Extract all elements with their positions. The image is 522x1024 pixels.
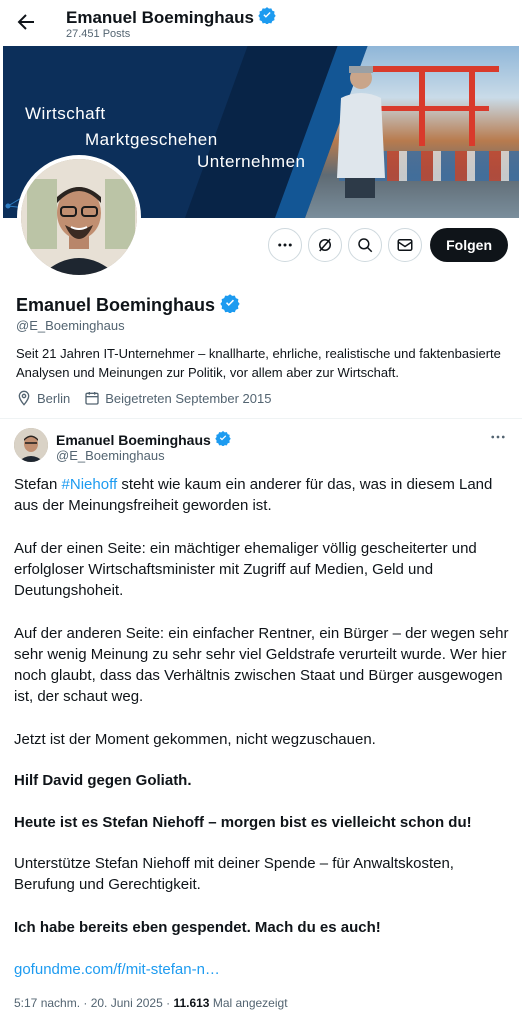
verified-badge-icon[interactable] — [220, 293, 240, 318]
more-options-button[interactable] — [268, 228, 303, 262]
banner-person-figure — [337, 66, 385, 198]
banner-line-2: Marktgeschehen — [85, 130, 218, 149]
tweet-link[interactable]: gofundme.com/f/mit-stefan-n… — [14, 959, 510, 980]
tweet-paragraph-7: Unterstütze Stefan Niehoff mit deiner Sp… — [14, 855, 454, 893]
back-arrow-icon[interactable] — [14, 10, 38, 34]
message-icon — [397, 239, 413, 251]
profile-actions: Folgen — [268, 228, 508, 262]
tweet-author-name[interactable]: Emanuel Boeminghaus — [56, 432, 211, 448]
p1-pre: Stefan — [14, 476, 62, 493]
header-title-row: Emanuel Boeminghaus — [66, 6, 276, 29]
grok-icon — [319, 238, 332, 252]
tweet-more-button[interactable] — [488, 428, 508, 446]
search-posts-button[interactable] — [348, 228, 383, 262]
follow-button[interactable]: Folgen — [430, 228, 508, 262]
tweet-views-label: Mal angezeigt — [209, 996, 288, 1010]
tweet-paragraph-5: Hilf David gegen Goliath. — [14, 772, 192, 789]
tweet-author-avatar[interactable] — [14, 428, 48, 462]
avatar-photo — [21, 159, 137, 275]
more-icon — [278, 243, 292, 247]
profile-avatar[interactable] — [17, 155, 141, 279]
banner-line-1: Wirtschaft — [25, 104, 106, 123]
message-button[interactable] — [388, 228, 423, 262]
grok-button[interactable] — [308, 228, 343, 262]
section-divider — [0, 418, 522, 419]
profile-joined: Beigetreten September 2015 — [84, 390, 271, 406]
tweet-paragraph-3: Auf der anderen Seite: ein einfacher Ren… — [14, 625, 509, 705]
tweet-timestamp[interactable]: 5:17 nachm. · 20. Juni 2025 · — [14, 996, 173, 1010]
location-text: Berlin — [37, 390, 71, 406]
top-bar: Emanuel Boeminghaus 27.451 Posts — [0, 0, 522, 46]
posts-count: 27.451 Posts — [66, 28, 131, 40]
profile-name: Emanuel Boeminghaus — [16, 295, 216, 315]
verified-badge-icon — [258, 6, 276, 29]
profile-location: Berlin — [16, 390, 70, 406]
profile-name-row: Emanuel Boeminghaus — [16, 293, 240, 318]
tweet-paragraph-4: Jetzt ist der Moment gekommen, nicht weg… — [14, 731, 376, 748]
location-icon — [18, 390, 30, 406]
hashtag-link[interactable]: #Niehoff — [62, 476, 118, 493]
tweet-paragraph-6: Heute ist es Stefan Niehoff – morgen bis… — [14, 814, 472, 831]
tweet-paragraph-2: Auf der einen Seite: ein mächtiger ehema… — [14, 540, 477, 599]
verified-badge-icon — [215, 430, 231, 449]
profile-bio: Seit 21 Jahren IT-Unternehmer – knallhar… — [16, 346, 501, 380]
more-icon — [491, 435, 505, 439]
search-icon — [358, 238, 373, 253]
calendar-icon — [85, 392, 99, 405]
tweet-meta: 5:17 nachm. · 20. Juni 2025 · 11.613 Mal… — [14, 996, 288, 1010]
joined-text: Beigetreten September 2015 — [105, 390, 272, 406]
tweet-views-count: 11.613 — [173, 996, 210, 1010]
tweet-author-handle[interactable]: @E_Boeminghaus — [56, 448, 165, 463]
banner-line-3: Unternehmen — [197, 152, 306, 171]
profile-handle: @E_Boeminghaus — [16, 318, 125, 333]
profile-meta: Berlin Beigetreten September 2015 — [16, 390, 271, 406]
tweet-author-row: Emanuel Boeminghaus — [56, 430, 231, 449]
tweet-paragraph-8: Ich habe bereits eben gespendet. Mach du… — [14, 919, 381, 936]
tweet-paragraph-1: Stefan #Niehoff steht wie kaum ein ander… — [14, 474, 510, 516]
header-title: Emanuel Boeminghaus — [66, 7, 254, 27]
